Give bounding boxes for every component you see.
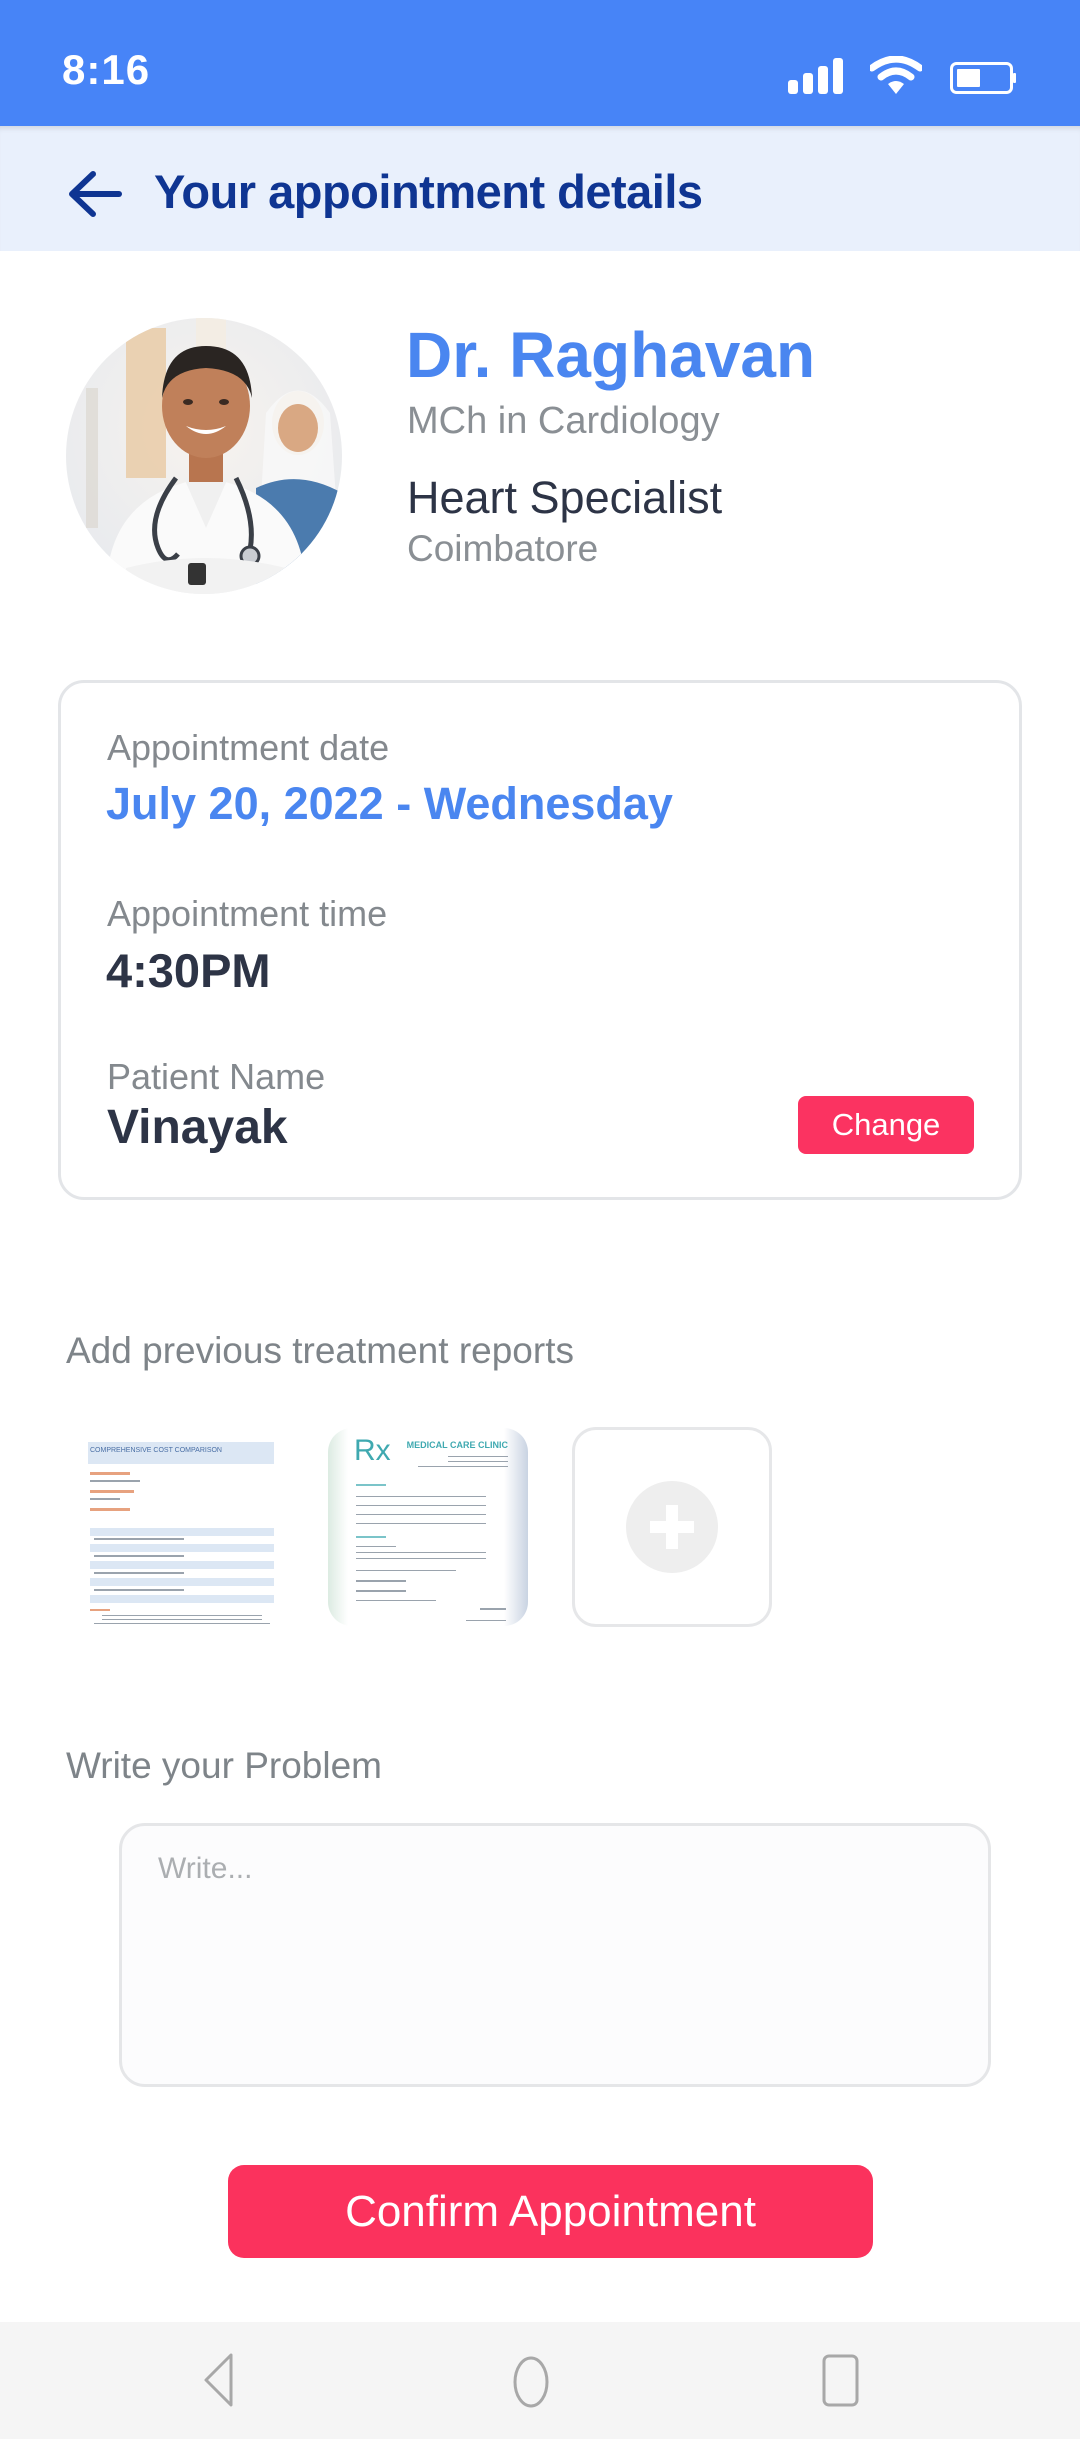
battery-icon xyxy=(950,62,1016,94)
nav-recents-icon[interactable] xyxy=(822,2354,860,2410)
appointment-time-label: Appointment time xyxy=(107,893,388,934)
doctor-name: Dr. Raghavan xyxy=(406,319,816,391)
back-button[interactable] xyxy=(60,160,130,228)
problem-section-label: Write your Problem xyxy=(66,1745,382,1786)
appointment-date-label: Appointment date xyxy=(107,727,390,768)
arrow-left-icon xyxy=(69,171,122,217)
reports-section-label: Add previous treatment reports xyxy=(66,1330,574,1371)
status-time: 8:16 xyxy=(62,46,151,93)
nav-home-icon[interactable] xyxy=(512,2354,550,2410)
report-title: COMPREHENSIVE COST COMPARISON xyxy=(90,1447,222,1454)
appointment-date-value: July 20, 2022 - Wednesday xyxy=(106,778,673,829)
report-thumbnail[interactable]: Rx MEDICAL CARE CLINIC xyxy=(328,1428,528,1626)
confirm-appointment-button[interactable]: Confirm Appointment xyxy=(228,2165,873,2258)
doctor-specialty: Heart Specialist xyxy=(407,472,723,523)
nav-back-icon[interactable] xyxy=(203,2352,235,2408)
doctor-avatar xyxy=(66,318,342,594)
doctor-degree: MCh in Cardiology xyxy=(407,400,720,442)
report-title: MEDICAL CARE CLINIC xyxy=(406,1440,508,1450)
rx-icon: Rx xyxy=(354,1434,391,1467)
page-title: Your appointment details xyxy=(154,165,703,218)
patient-name-value: Vinayak xyxy=(107,1101,288,1154)
report-thumbnail[interactable]: COMPREHENSIVE COST COMPARISON xyxy=(88,1428,274,1626)
problem-textarea[interactable] xyxy=(119,1823,991,2087)
patient-name-label: Patient Name xyxy=(107,1056,326,1097)
wifi-icon xyxy=(870,56,922,94)
doctor-location: Coimbatore xyxy=(407,528,599,569)
plus-icon xyxy=(626,1481,718,1573)
change-patient-button[interactable]: Change xyxy=(798,1096,974,1154)
appointment-time-value: 4:30PM xyxy=(106,944,271,997)
signal-icon xyxy=(788,58,843,94)
